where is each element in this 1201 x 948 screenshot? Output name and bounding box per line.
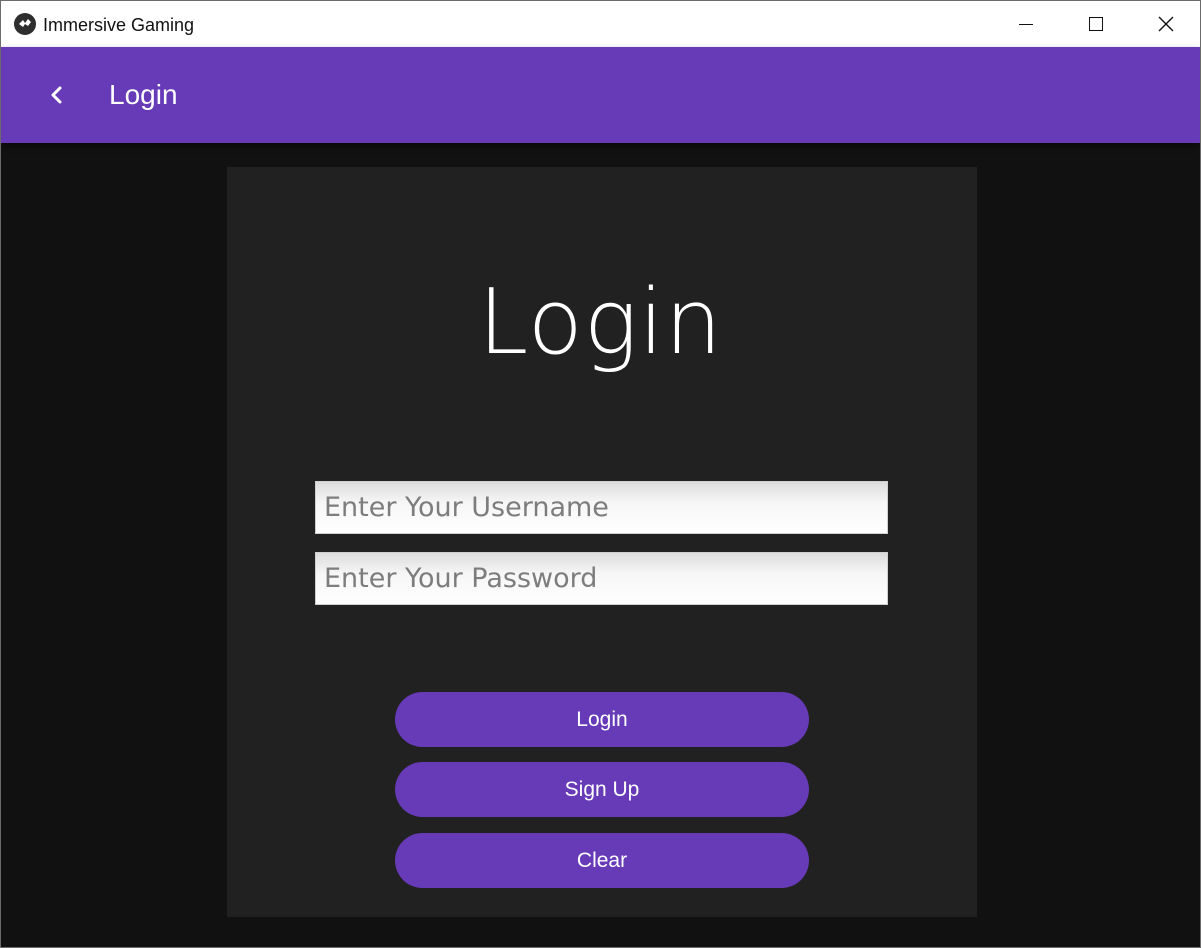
chevron-left-icon xyxy=(51,86,62,104)
username-input[interactable] xyxy=(315,481,888,534)
top-app-bar: Login xyxy=(1,47,1200,143)
sign-up-button[interactable]: Sign Up xyxy=(395,762,809,817)
minimize-icon xyxy=(1019,23,1033,25)
title-bar[interactable]: Immersive Gaming xyxy=(1,1,1200,47)
close-button[interactable] xyxy=(1131,1,1200,47)
back-button[interactable] xyxy=(36,77,76,113)
clear-button[interactable]: Clear xyxy=(395,833,809,888)
minimize-button[interactable] xyxy=(991,1,1061,47)
kivy-logo-icon xyxy=(14,13,36,35)
maximize-button[interactable] xyxy=(1061,1,1131,47)
window-title: Immersive Gaming xyxy=(43,15,195,35)
login-heading: Login xyxy=(478,270,723,375)
toolbar-title: Login xyxy=(109,79,178,110)
login-button[interactable]: Login xyxy=(395,692,809,747)
maximize-icon xyxy=(1089,17,1103,31)
app-window: Immersive Gaming Login Login Login Sign … xyxy=(0,0,1201,948)
password-input[interactable] xyxy=(315,552,888,605)
close-icon xyxy=(1158,16,1174,32)
